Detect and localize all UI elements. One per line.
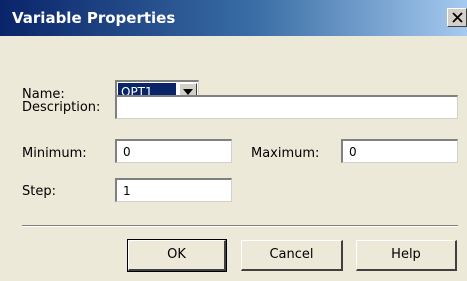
step-input[interactable]	[115, 178, 232, 202]
step-label: Step:	[22, 184, 56, 199]
ok-button[interactable]: OK	[127, 239, 227, 272]
cancel-button[interactable]: Cancel	[241, 240, 343, 271]
title-bar[interactable]: Variable Properties	[0, 0, 467, 36]
maximum-label: Maximum:	[251, 146, 320, 161]
dialog-title: Variable Properties	[12, 9, 176, 27]
minimum-input[interactable]	[115, 139, 232, 163]
close-button[interactable]	[447, 8, 467, 27]
variable-properties-dialog: Variable Properties Name: OPT1 Descripti…	[0, 0, 467, 281]
description-input[interactable]	[115, 95, 458, 119]
close-icon	[452, 12, 463, 23]
help-button[interactable]: Help	[356, 240, 457, 271]
minimum-label: Minimum:	[22, 146, 87, 161]
button-separator	[22, 225, 458, 227]
maximum-input[interactable]	[341, 139, 458, 163]
description-label: Description:	[22, 100, 101, 115]
